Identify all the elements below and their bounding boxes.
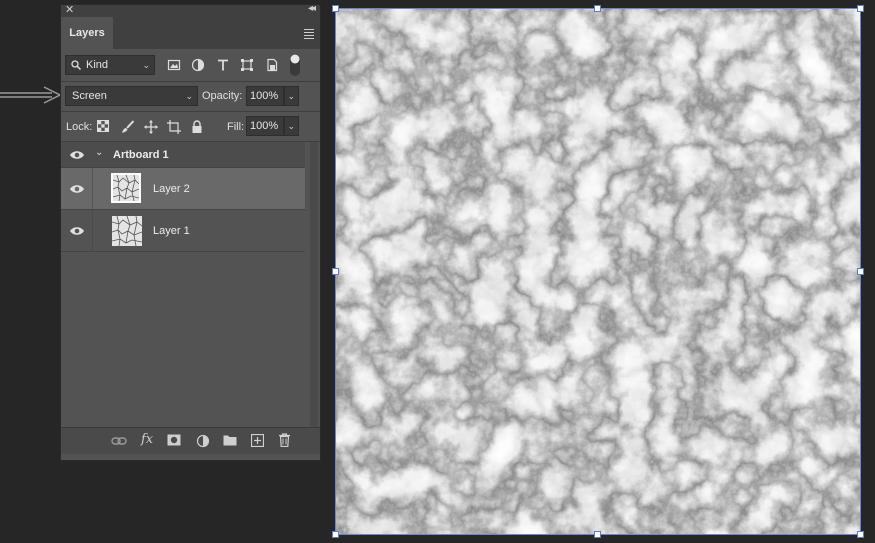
chevron-down-icon: ⌄	[142, 60, 150, 70]
layer-name[interactable]: Layer 2	[153, 183, 190, 195]
divider	[92, 168, 93, 210]
layers-panel: ✕ ◂◂ Layers Kind ⌄ Screen ⌄ Opacity: 100…	[60, 3, 321, 461]
eye-icon[interactable]	[69, 226, 85, 236]
search-icon	[71, 60, 81, 70]
eye-icon[interactable]	[69, 150, 85, 160]
type-filter-icon[interactable]	[216, 58, 230, 72]
lock-all-icon[interactable]	[190, 120, 204, 134]
divider	[61, 81, 320, 82]
divider	[92, 210, 93, 252]
new-group-icon[interactable]	[223, 434, 237, 446]
adjustment-filter-icon[interactable]	[191, 58, 205, 72]
new-adjustment-icon[interactable]	[196, 434, 210, 448]
image-filter-icon[interactable]	[167, 58, 181, 72]
fill-dropdown[interactable]: ⌄	[284, 116, 299, 136]
lock-artboard-icon[interactable]	[167, 120, 181, 134]
marble-thumbnail-image	[113, 175, 139, 201]
new-layer-icon[interactable]	[251, 434, 264, 447]
resize-handle[interactable]	[332, 5, 339, 12]
panel-titlebar: ✕ ◂◂	[61, 3, 320, 17]
resize-handle[interactable]	[857, 268, 864, 275]
link-layers-icon[interactable]	[111, 436, 127, 446]
resize-handle[interactable]	[332, 268, 339, 275]
eye-icon[interactable]	[69, 184, 85, 194]
double-chevron-icon[interactable]: ◂◂	[308, 3, 316, 14]
opacity-dropdown[interactable]: ⌄	[284, 86, 299, 106]
blend-mode-value: Screen	[72, 90, 107, 102]
filter-toggle-icon[interactable]	[289, 53, 301, 77]
marble-thumbnail-image	[112, 216, 142, 246]
kind-label: Kind	[86, 59, 109, 71]
artboard-row[interactable]: ⌄ Artboard 1	[61, 142, 305, 168]
artboard-name: Artboard 1	[113, 149, 169, 161]
chevron-down-icon: ⌄	[185, 91, 193, 101]
fx-icon[interactable]: fx	[141, 432, 153, 447]
tab-layers[interactable]: Layers	[61, 17, 113, 49]
layer-name[interactable]: Layer 1	[153, 225, 190, 237]
add-mask-icon[interactable]	[167, 434, 181, 446]
shape-filter-icon[interactable]	[240, 58, 254, 72]
close-icon[interactable]: ✕	[65, 3, 74, 16]
resize-handle[interactable]	[594, 531, 601, 538]
resize-handle[interactable]	[332, 531, 339, 538]
chevron-down-icon: ⌄	[287, 91, 295, 101]
marble-texture-image	[336, 9, 860, 534]
blend-mode-select[interactable]: Screen ⌄	[65, 86, 198, 106]
opacity-label: Opacity:	[202, 90, 243, 102]
resize-handle[interactable]	[857, 531, 864, 538]
layer-row[interactable]: Layer 1	[61, 210, 305, 252]
opacity-input[interactable]: 100%	[246, 86, 284, 106]
lock-row: Lock: Fill: 100% ⌄	[61, 113, 320, 141]
kind-filter-select[interactable]: Kind ⌄	[65, 55, 155, 75]
lock-transparent-icon[interactable]	[97, 120, 109, 132]
pointer-arrow-icon	[0, 86, 62, 104]
delete-layer-icon[interactable]	[278, 433, 291, 447]
panel-menu-icon[interactable]	[304, 29, 314, 41]
divider	[61, 111, 320, 112]
chevron-down-icon[interactable]: ⌄	[95, 147, 103, 158]
resize-handle[interactable]	[594, 5, 601, 12]
resize-handle[interactable]	[857, 5, 864, 12]
lock-position-icon[interactable]	[144, 120, 158, 134]
layer-thumbnail[interactable]	[111, 173, 141, 203]
smart-object-filter-icon[interactable]	[265, 58, 279, 72]
chevron-down-icon: ⌄	[287, 121, 295, 131]
filter-row: Kind ⌄	[61, 49, 320, 79]
blend-row: Screen ⌄ Opacity: 100% ⌄	[61, 83, 320, 111]
fill-input[interactable]: 100%	[246, 116, 284, 136]
layer-thumbnail[interactable]	[112, 216, 142, 246]
layer-row[interactable]: Layer 2	[61, 168, 305, 210]
fill-label: Fill:	[227, 121, 245, 133]
lock-label: Lock:	[66, 121, 93, 133]
panel-tab-row: Layers	[61, 17, 320, 49]
artboard-canvas[interactable]	[335, 8, 861, 535]
layers-scrollbar[interactable]	[310, 142, 318, 430]
lock-image-icon[interactable]	[121, 120, 135, 134]
layers-bottom-toolbar: fx	[61, 427, 320, 454]
